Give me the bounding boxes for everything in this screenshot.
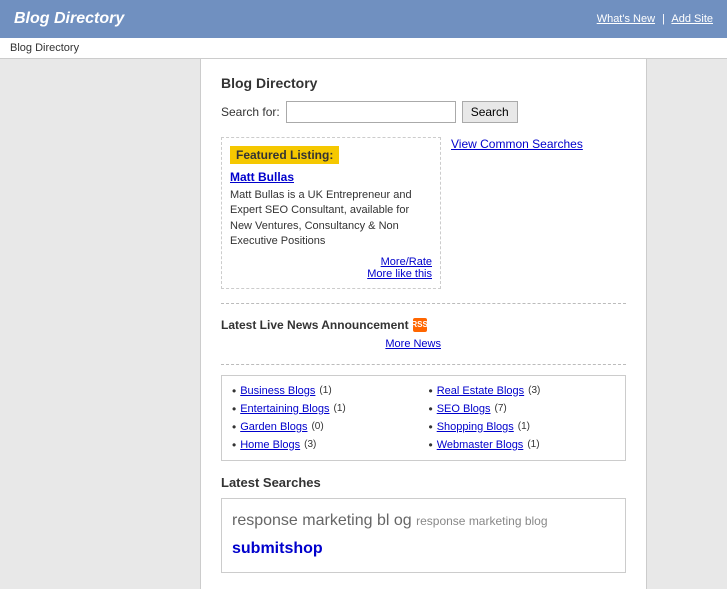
cat-bullet: • <box>429 402 433 416</box>
category-item: • Shopping Blogs (1) <box>429 420 616 434</box>
search-term-marketing1[interactable]: marketing <box>302 512 377 529</box>
search-term-submitshop[interactable]: submitshop <box>232 540 323 557</box>
site-title: Blog Directory <box>14 10 124 28</box>
cat-count: (1) <box>518 421 530 432</box>
more-like-link[interactable]: More like this <box>230 268 432 280</box>
featured-name[interactable]: Matt Bullas <box>230 170 432 184</box>
cat-bullet: • <box>429 438 433 452</box>
news-title: Latest Live News Announcement RSS <box>221 318 441 332</box>
news-title-text: Latest Live News Announcement <box>221 318 409 332</box>
more-rate-link[interactable]: More/Rate <box>230 256 432 268</box>
cat-count: (1) <box>527 439 539 450</box>
cat-bullet: • <box>232 384 236 398</box>
cat-bullet: • <box>232 402 236 416</box>
cat-link[interactable]: Webmaster Blogs <box>437 439 524 451</box>
main-content: Blog Directory Search for: Search Featur… <box>200 59 647 589</box>
categories-section: • Business Blogs (1) • Real Estate Blogs (3… <box>221 375 626 461</box>
page-layout: Blog Directory Search for: Search Featur… <box>0 59 727 589</box>
search-term-marketing2[interactable]: marketing <box>469 514 525 528</box>
search-input[interactable] <box>286 101 456 123</box>
breadcrumb: Blog Directory <box>0 38 727 59</box>
category-item: • Real Estate Blogs (3) <box>429 384 616 398</box>
cat-count: (1) <box>319 385 331 396</box>
category-item: • Garden Blogs (0) <box>232 420 419 434</box>
cat-count: (0) <box>311 421 323 432</box>
cat-link[interactable]: Shopping Blogs <box>437 421 514 433</box>
content-columns: Featured Listing: Matt Bullas Matt Bulla… <box>221 137 626 289</box>
search-row: Search for: Search <box>221 101 626 123</box>
cat-count: (1) <box>333 403 345 414</box>
news-section: Latest Live News Announcement RSS More N… <box>221 314 441 354</box>
latest-searches-title: Latest Searches <box>221 475 626 490</box>
cat-link[interactable]: Entertaining Blogs <box>240 403 329 415</box>
divider <box>221 303 626 304</box>
header-sep: | <box>662 13 665 25</box>
cat-bullet: • <box>429 420 433 434</box>
more-news-link[interactable]: More News <box>221 338 441 350</box>
search-term-response1[interactable]: response <box>232 512 302 529</box>
category-item: • Webmaster Blogs (1) <box>429 438 616 452</box>
search-term-blog2[interactable]: blog <box>525 514 548 528</box>
category-item: • SEO Blogs (7) <box>429 402 616 416</box>
cat-link[interactable]: Garden Blogs <box>240 421 307 433</box>
header: Blog Directory What's New | Add Site <box>0 0 727 38</box>
search-term-response2[interactable]: response <box>416 514 469 528</box>
featured-description: Matt Bullas is a UK Entrepreneur and Exp… <box>230 188 432 250</box>
cat-bullet: • <box>232 420 236 434</box>
search-button[interactable]: Search <box>462 101 518 123</box>
category-item: • Entertaining Blogs (1) <box>232 402 419 416</box>
featured-box: Featured Listing: Matt Bullas Matt Bulla… <box>221 137 441 289</box>
cat-link[interactable]: Business Blogs <box>240 385 315 397</box>
whats-new-link[interactable]: What's New <box>597 13 655 25</box>
header-nav: What's New | Add Site <box>597 13 713 25</box>
cat-count: (3) <box>304 439 316 450</box>
category-item: • Business Blogs (1) <box>232 384 419 398</box>
right-col: View Common Searches <box>451 137 626 289</box>
search-label: Search for: <box>221 105 280 119</box>
left-sidebar <box>0 59 200 589</box>
right-sidebar <box>647 59 727 589</box>
cat-bullet: • <box>232 438 236 452</box>
cat-link[interactable]: Home Blogs <box>240 439 300 451</box>
cat-link[interactable]: Real Estate Blogs <box>437 385 524 397</box>
cat-count: (7) <box>495 403 507 414</box>
featured-label: Featured Listing: <box>230 146 339 164</box>
rss-icon: RSS <box>413 318 427 332</box>
search-term-blog1[interactable]: bl og <box>377 512 416 529</box>
cat-count: (3) <box>528 385 540 396</box>
divider-2 <box>221 364 626 365</box>
cat-bullet: • <box>429 384 433 398</box>
latest-searches-box: response marketing bl og response market… <box>221 498 626 574</box>
add-site-link[interactable]: Add Site <box>671 13 713 25</box>
page-title: Blog Directory <box>221 75 626 91</box>
cat-link[interactable]: SEO Blogs <box>437 403 491 415</box>
view-common-searches-link[interactable]: View Common Searches <box>451 137 626 151</box>
category-item: • Home Blogs (3) <box>232 438 419 452</box>
featured-links: More/Rate More like this <box>230 256 432 280</box>
breadcrumb-text: Blog Directory <box>10 42 79 54</box>
